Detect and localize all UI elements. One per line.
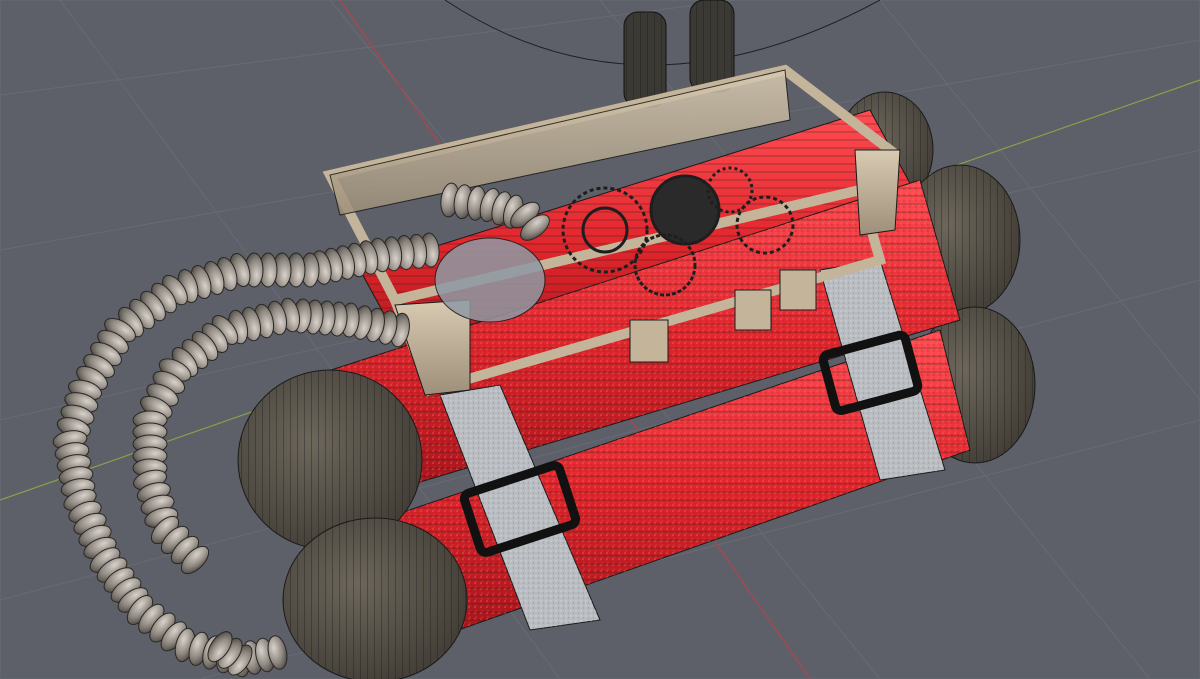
frame-tab-2 bbox=[734, 289, 772, 331]
frame-right-post bbox=[854, 149, 901, 236]
3d-viewport[interactable] bbox=[0, 0, 1200, 679]
frame-tab-1 bbox=[629, 319, 669, 363]
frame-tab-3 bbox=[779, 269, 817, 311]
scene-svg bbox=[0, 0, 1200, 679]
glass-dome bbox=[434, 237, 546, 323]
